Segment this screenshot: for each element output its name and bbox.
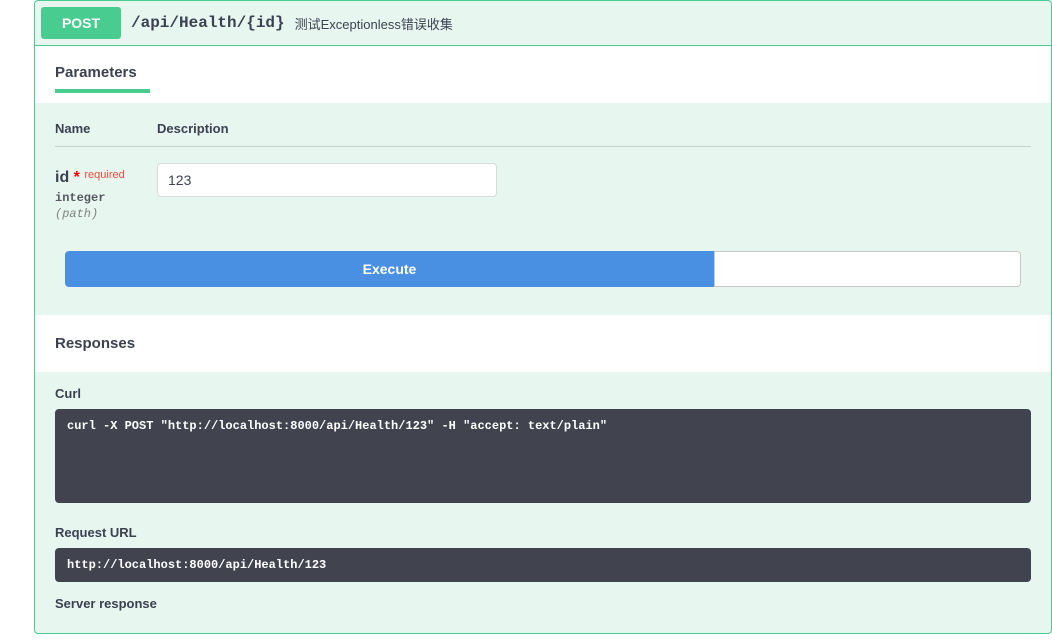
operation-block: POST /api/Health/{id} 测试Exceptionless错误收… — [34, 0, 1052, 634]
operation-summary-row[interactable]: POST /api/Health/{id} 测试Exceptionless错误收… — [35, 1, 1051, 46]
curl-label: Curl — [55, 386, 1031, 401]
execute-button-row: Execute — [55, 221, 1031, 305]
parameters-header: Parameters — [35, 46, 1051, 103]
col-header-description: Description — [157, 121, 229, 136]
curl-command-block[interactable]: curl -X POST "http://localhost:8000/api/… — [55, 409, 1031, 503]
clear-button[interactable] — [714, 251, 1021, 287]
parameter-location: (path) — [55, 207, 157, 221]
parameters-title: Parameters — [55, 64, 1031, 81]
tab-underline — [55, 89, 150, 93]
parameter-type: integer — [55, 191, 157, 205]
execute-button[interactable]: Execute — [65, 251, 714, 287]
col-header-name: Name — [55, 121, 157, 136]
parameter-value-input[interactable] — [157, 163, 497, 197]
server-response-label: Server response — [55, 596, 1031, 611]
required-label: required — [84, 169, 124, 181]
parameter-meta: id * required integer (path) — [55, 163, 157, 221]
parameter-name-line: id * required — [55, 169, 157, 187]
responses-body: Curl curl -X POST "http://localhost:8000… — [35, 372, 1051, 633]
responses-title: Responses — [55, 335, 1031, 352]
request-url-block[interactable]: http://localhost:8000/api/Health/123 — [55, 548, 1031, 582]
http-method-badge: POST — [41, 7, 121, 39]
parameters-table: Name Description id * required integer (… — [35, 103, 1051, 315]
parameter-row: id * required integer (path) — [55, 163, 1031, 221]
responses-header: Responses — [35, 315, 1051, 372]
parameters-table-head: Name Description — [55, 121, 1031, 147]
request-url-label: Request URL — [55, 525, 1031, 540]
parameter-input-cell — [157, 163, 497, 197]
parameter-name: id — [55, 169, 69, 186]
required-star-icon: * — [74, 169, 80, 186]
api-path: /api/Health/{id} — [131, 14, 285, 32]
operation-summary-text: 测试Exceptionless错误收集 — [295, 14, 453, 33]
